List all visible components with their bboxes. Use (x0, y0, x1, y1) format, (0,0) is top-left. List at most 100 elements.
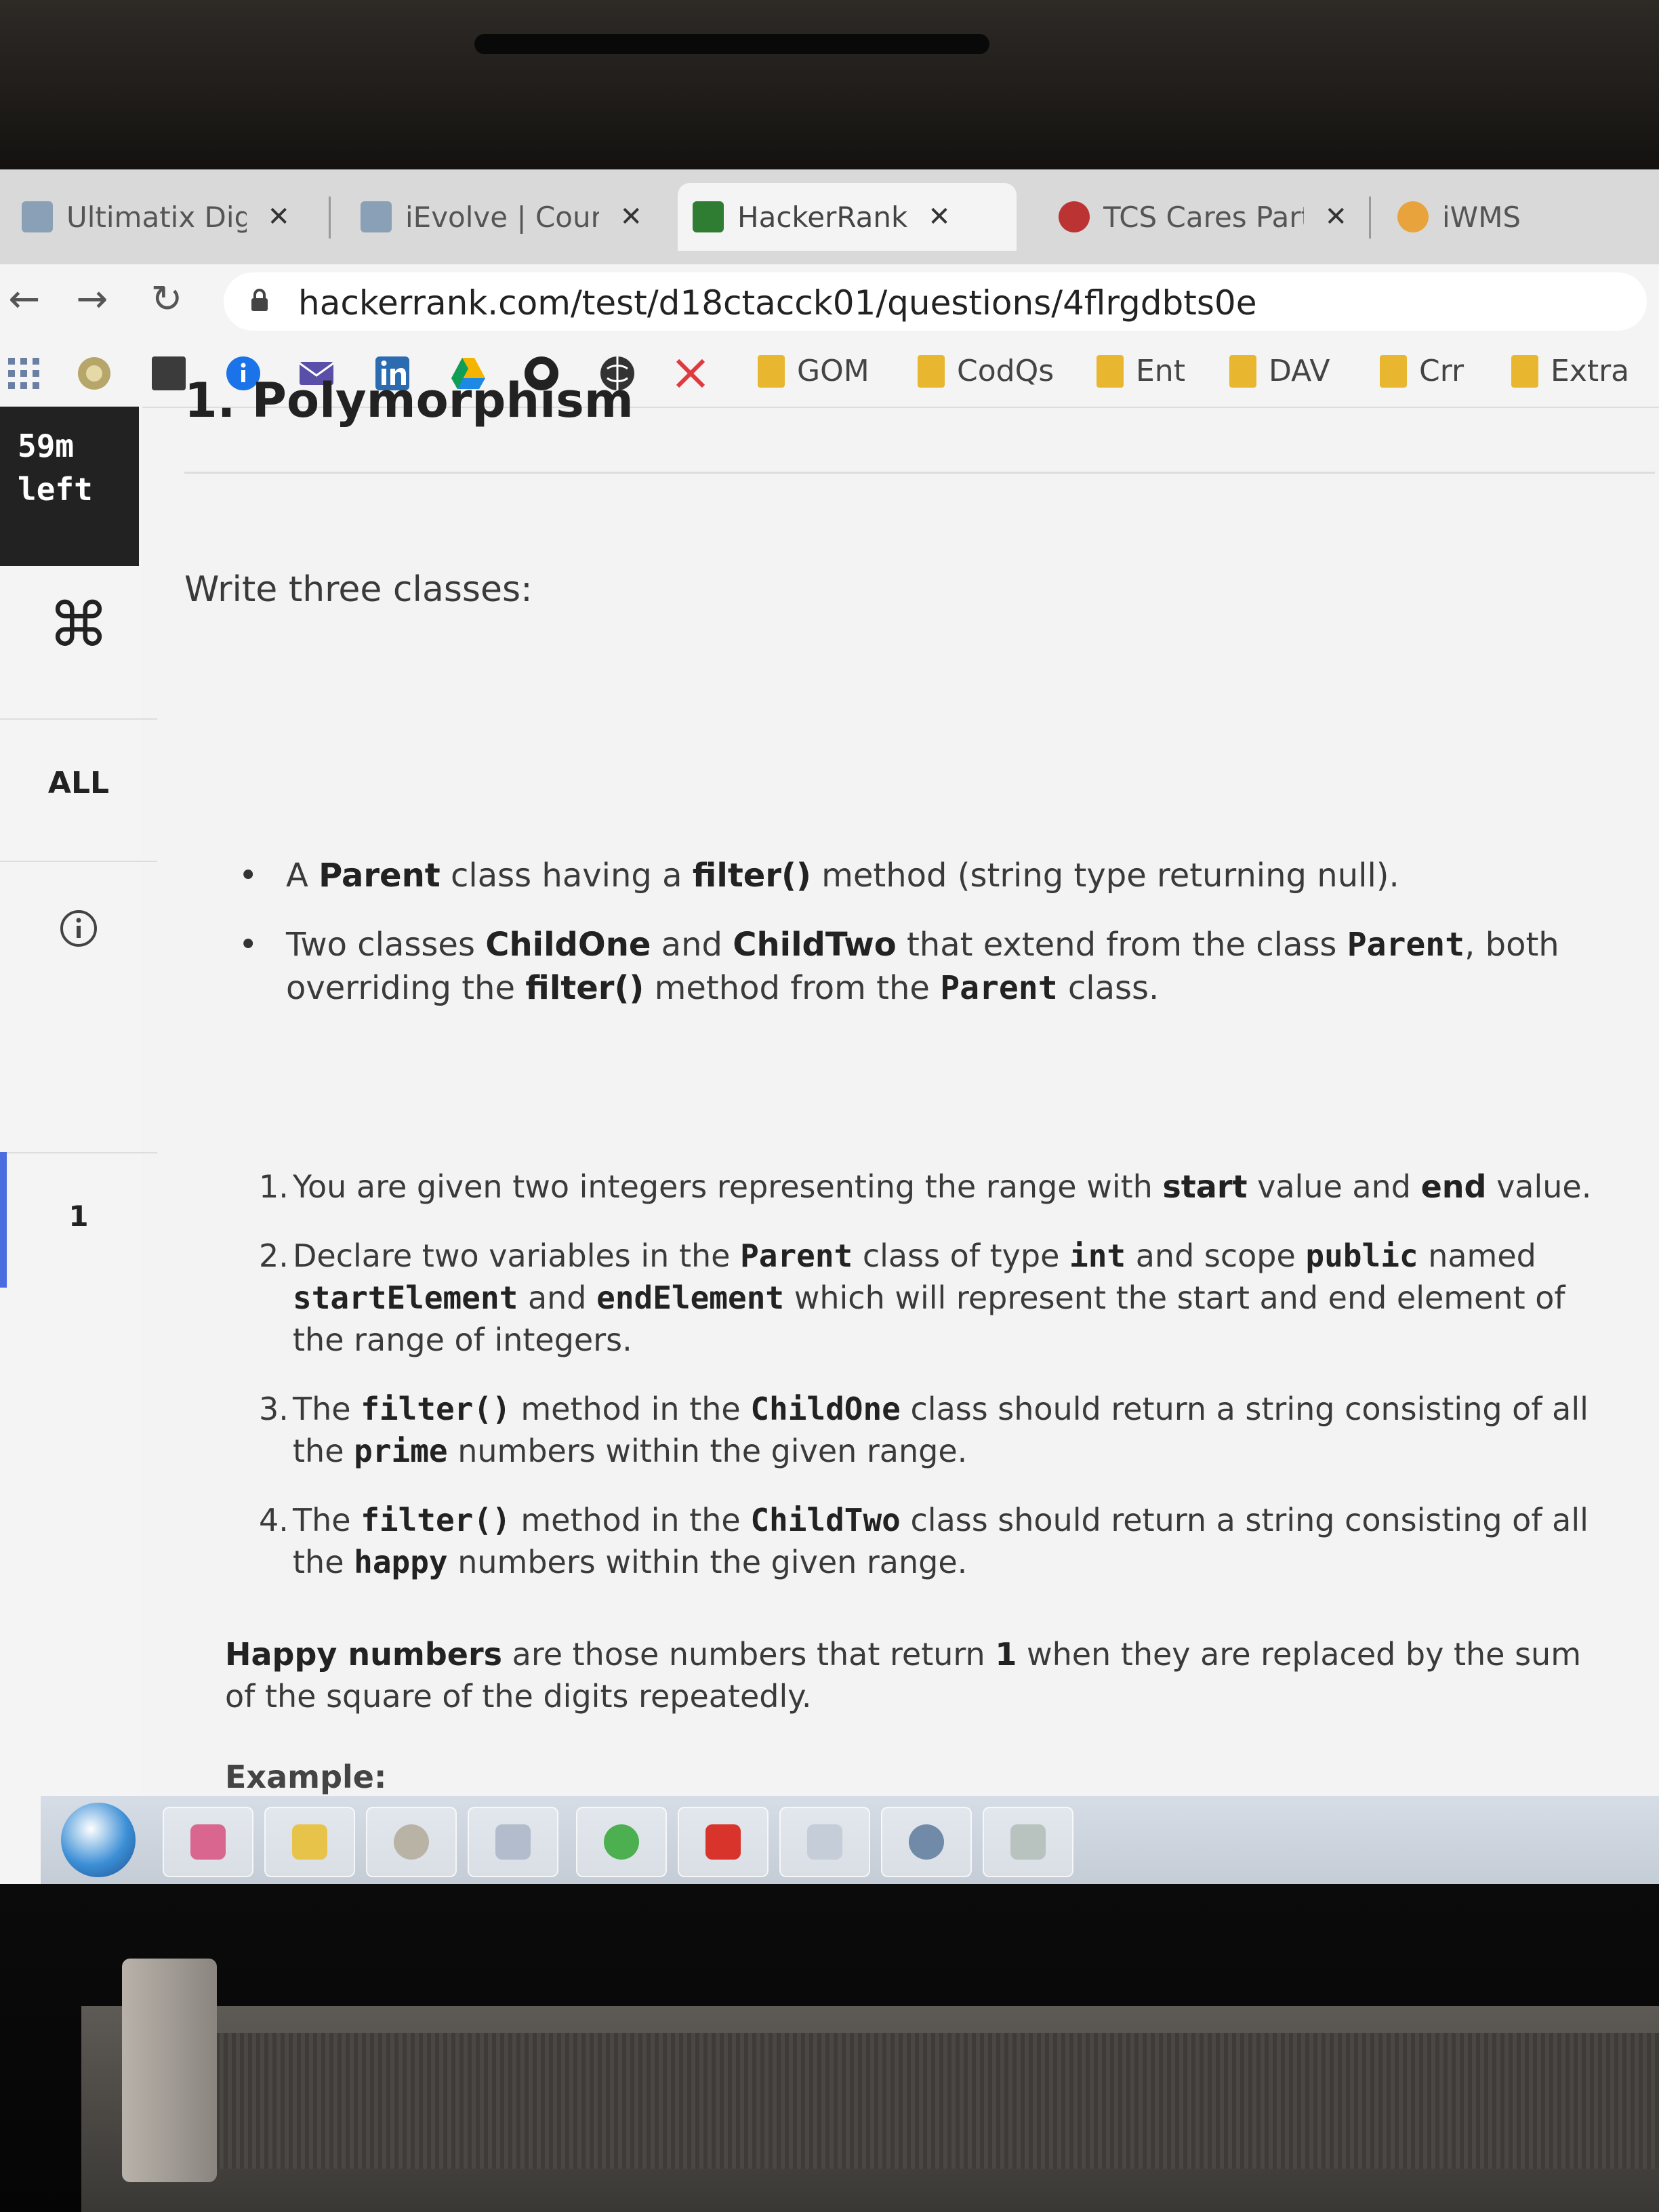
close-icon[interactable]: ✕ (267, 201, 290, 232)
folder-label: GOM (797, 354, 869, 388)
question-nav-item[interactable]: 1 (0, 1200, 157, 1233)
n-app-icon (394, 1824, 429, 1860)
chrome-icon (604, 1824, 639, 1860)
lock-icon (251, 289, 268, 311)
close-icon[interactable]: ✕ (1324, 201, 1347, 232)
taskbar-app-button[interactable] (779, 1807, 870, 1877)
divider (0, 1152, 157, 1153)
folder-label: DAV (1269, 354, 1330, 388)
browser-tab-strip: Ultimatix Digit ✕ iEvolve | Course ✕ Hac… (0, 169, 1659, 264)
tab-separator (329, 197, 331, 239)
bookmark-folder-crr[interactable]: Crr (1380, 354, 1464, 388)
taskbar-app-button[interactable] (366, 1807, 457, 1877)
test-sidebar: 59m left ⌘ ALL 1 (0, 407, 157, 1884)
tab-hackerrank[interactable]: HackerRank ✕ (678, 183, 1017, 251)
tab-separator (1369, 197, 1371, 239)
command-icon[interactable]: ⌘ (0, 590, 157, 661)
list-item: 3. The filter() method in the ChildOne c… (259, 1391, 1589, 1469)
bookmark-folder-dav[interactable]: DAV (1229, 354, 1330, 388)
folder-icon (1229, 354, 1256, 388)
apps-icon[interactable] (5, 355, 42, 392)
taskbar-app-button[interactable] (264, 1807, 355, 1877)
laptop-speaker-grill (203, 2033, 1659, 2169)
taskbar-app-button[interactable] (983, 1807, 1073, 1877)
folder-label: Crr (1419, 354, 1465, 388)
info-button[interactable] (0, 908, 157, 951)
tab-title: iEvolve | Course (405, 200, 600, 234)
url-text: hackerrank.com/test/d18ctacck01/question… (298, 283, 1257, 323)
list-item: 4. The filter() method in the ChildTwo c… (259, 1502, 1589, 1580)
ultimatix-favicon-icon (22, 201, 53, 232)
example-label: Example: (225, 1759, 387, 1795)
windows-start-icon[interactable] (61, 1803, 136, 1877)
taskbar-app-button[interactable] (881, 1807, 972, 1877)
taskbar-app-button[interactable] (468, 1807, 558, 1877)
taskbar-app-button[interactable] (678, 1807, 769, 1877)
tab-ultimatix[interactable]: Ultimatix Digit ✕ (7, 183, 305, 251)
list-item: 1. You are given two integers representi… (259, 1168, 1592, 1205)
happy-numbers-definition: Happy numbers are those numbers that ret… (225, 1636, 1582, 1715)
folder-icon (1380, 354, 1407, 388)
folder-icon (1097, 354, 1124, 388)
laptop-hinge (122, 1959, 217, 2182)
question-title: 1. Polymorphism (184, 373, 634, 428)
camera-strip (474, 34, 989, 54)
taskbar-app-button[interactable] (576, 1807, 667, 1877)
address-bar[interactable]: hackerrank.com/test/d18ctacck01/question… (224, 272, 1647, 331)
list-item: 2. Declare two variables in the Parent c… (259, 1237, 1565, 1358)
class-requirements-list: A Parent class having a filter() method … (239, 854, 1567, 1036)
laptop-bezel-top (0, 0, 1659, 169)
reload-icon[interactable]: ↻ (142, 275, 191, 324)
app-icon (495, 1824, 531, 1860)
task-steps-list: 1. You are given two integers representi… (259, 1166, 1614, 1610)
tcs-favicon-icon (1059, 201, 1090, 232)
folder-icon (918, 354, 945, 388)
folder-icon (758, 354, 785, 388)
divider (0, 861, 157, 862)
bookmark-folder-extra[interactable]: Extra (1511, 354, 1629, 388)
folder-app-icon (292, 1824, 327, 1860)
back-arrow-icon[interactable]: ← (0, 275, 49, 324)
forward-arrow-icon[interactable]: → (68, 275, 117, 324)
question-intro: Write three classes: (184, 569, 533, 610)
folder-label: CodQs (957, 354, 1054, 388)
list-item: A Parent class having a filter() method … (239, 854, 1567, 897)
bookmark-folder-codqs[interactable]: CodQs (918, 354, 1054, 388)
timer-unit: left (18, 471, 93, 508)
bookmark-folder-gom[interactable]: GOM (758, 354, 869, 388)
tab-title: Ultimatix Digit (66, 200, 247, 234)
tab-ievolve[interactable]: iEvolve | Course ✕ (346, 183, 657, 251)
folder-label: Extra (1551, 354, 1630, 388)
windows-taskbar (41, 1796, 1659, 1884)
laptop-screen: Ultimatix Digit ✕ iEvolve | Course ✕ Hac… (0, 169, 1659, 1884)
tab-iwms[interactable]: iWMS (1382, 183, 1654, 251)
film-icon[interactable] (150, 355, 187, 392)
media-app-icon (190, 1824, 226, 1860)
close-icon[interactable]: ✕ (619, 201, 642, 232)
tab-title: iWMS (1442, 200, 1521, 234)
question-panel: 1. Polymorphism Write three classes: A P… (157, 373, 1659, 1884)
window-app-icon (807, 1824, 842, 1860)
ievolve-favicon-icon (361, 201, 392, 232)
iwms-favicon-icon (1397, 201, 1429, 232)
divider (0, 718, 157, 720)
x-icon[interactable] (672, 355, 709, 392)
divider (184, 472, 1655, 474)
tab-tcs-cares[interactable]: TCS Cares Part ✕ (1044, 183, 1362, 251)
clock-icon[interactable] (76, 355, 112, 392)
pdf-reader-icon (705, 1824, 741, 1860)
folder-icon (1511, 354, 1538, 388)
hackerrank-favicon-icon (693, 201, 724, 232)
all-questions-button[interactable]: ALL (0, 766, 157, 800)
network-app-icon (1010, 1824, 1046, 1860)
close-icon[interactable]: ✕ (928, 201, 951, 232)
bookmark-folder-ent[interactable]: Ent (1097, 354, 1185, 388)
folder-label: Ent (1136, 354, 1185, 388)
taskbar-app-button[interactable] (163, 1807, 253, 1877)
list-item: Two classes ChildOne and ChildTwo that e… (239, 923, 1567, 1010)
tab-title: TCS Cares Part (1103, 200, 1305, 234)
time-remaining: 59m left (0, 407, 139, 566)
camera-app-icon (909, 1824, 944, 1860)
tab-title: HackerRank (737, 200, 908, 234)
browser-toolbar: ← → ↻ hackerrank.com/test/d18ctacck01/qu… (0, 264, 1659, 339)
